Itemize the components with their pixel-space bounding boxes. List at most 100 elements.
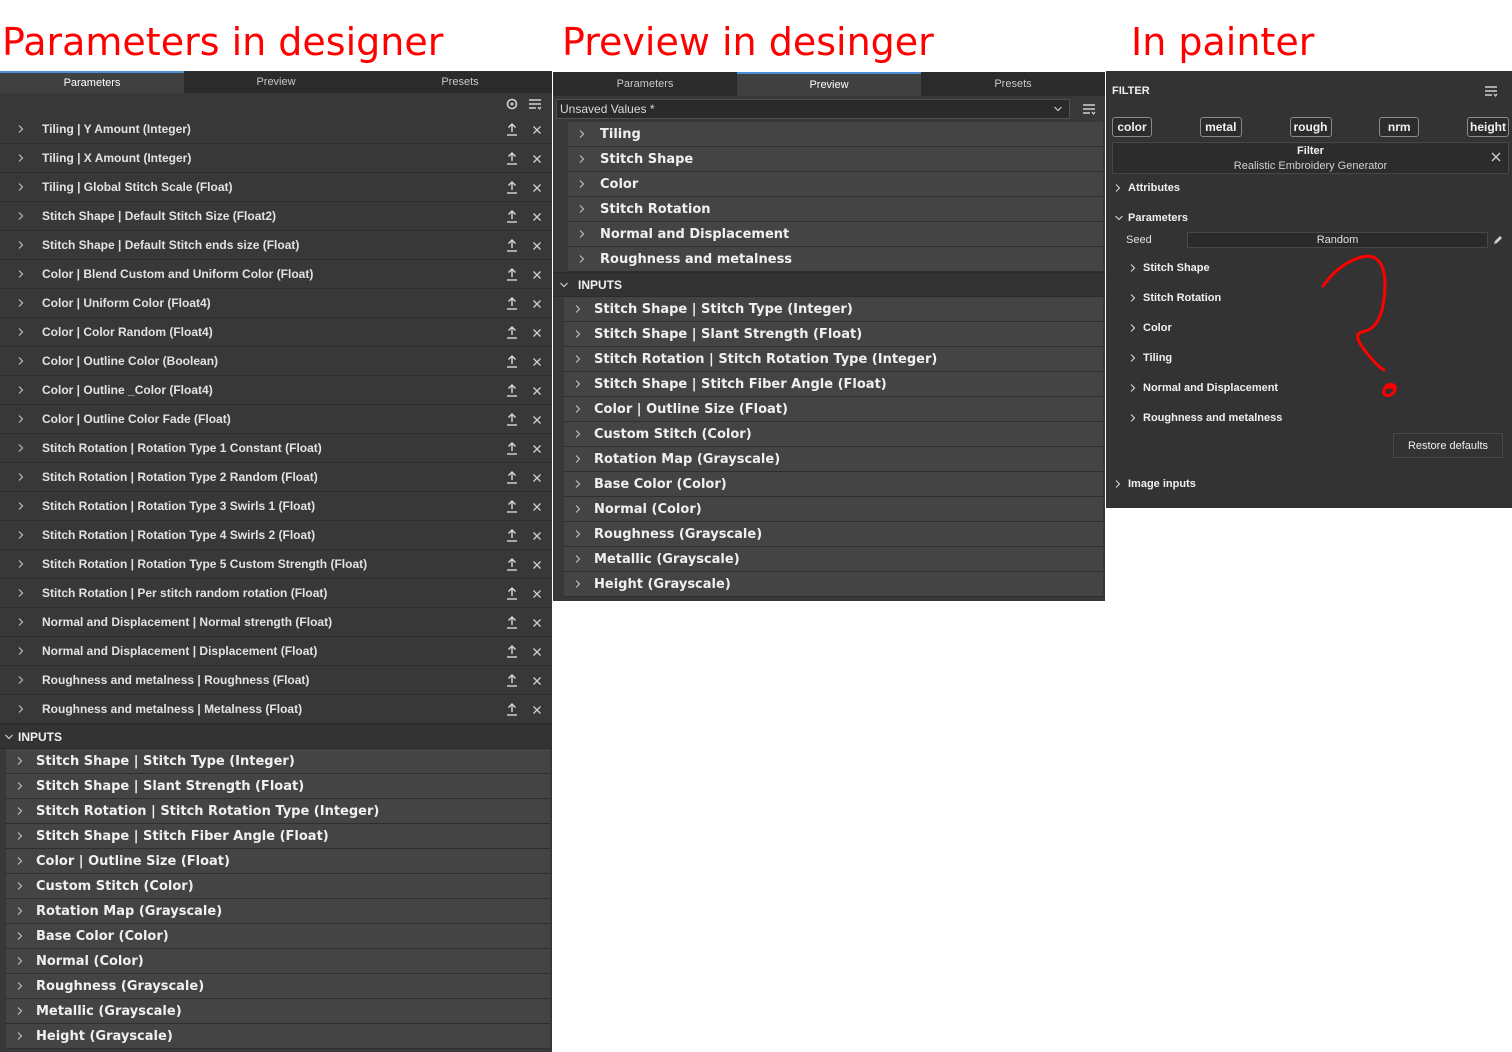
pencil-icon[interactable] — [1492, 234, 1504, 246]
tab-parameters[interactable]: Parameters — [0, 71, 184, 93]
chevron-right-icon[interactable] — [14, 756, 26, 766]
input-row[interactable]: Stitch Shape | Stitch Fiber Angle (Float… — [6, 824, 550, 849]
chevron-right-icon[interactable] — [14, 856, 26, 866]
input-row[interactable]: Rotation Map (Grayscale) — [6, 899, 550, 924]
channel-metal[interactable]: metal — [1199, 117, 1242, 137]
chevron-right-icon[interactable] — [14, 906, 26, 916]
close-icon[interactable] — [532, 386, 542, 396]
input-row[interactable]: Height (Grayscale) — [564, 572, 1103, 597]
chevron-right-icon[interactable] — [12, 704, 30, 714]
export-upload-icon[interactable] — [506, 558, 518, 571]
chevron-right-icon[interactable] — [14, 881, 26, 891]
export-upload-icon[interactable] — [506, 616, 518, 629]
close-icon[interactable] — [532, 357, 542, 367]
close-icon[interactable] — [532, 560, 542, 570]
chevron-right-icon[interactable] — [572, 379, 584, 389]
chevron-right-icon[interactable] — [14, 1006, 26, 1016]
export-upload-icon[interactable] — [506, 152, 518, 165]
seed-field[interactable]: Random — [1187, 232, 1488, 248]
channel-color[interactable]: color — [1112, 117, 1152, 137]
chevron-right-icon[interactable] — [12, 182, 30, 192]
inputs-section-header[interactable]: INPUTS — [553, 272, 1105, 297]
parameter-row[interactable]: Color | Color Random (Float4) — [0, 318, 552, 347]
parameter-row[interactable]: Tiling | Y Amount (Integer) — [0, 115, 552, 144]
parameter-row[interactable]: Stitch Shape | Default Stitch Size (Floa… — [0, 202, 552, 231]
close-icon[interactable] — [532, 647, 542, 657]
filter-resource-box[interactable]: Filter Realistic Embroidery Generator — [1112, 142, 1509, 174]
close-icon[interactable] — [532, 444, 542, 454]
chevron-right-icon[interactable] — [12, 124, 30, 134]
input-row[interactable]: Stitch Shape | Stitch Fiber Angle (Float… — [564, 372, 1103, 397]
chevron-right-icon[interactable] — [12, 675, 30, 685]
close-icon[interactable] — [532, 270, 542, 280]
list-menu-icon[interactable] — [1484, 85, 1498, 97]
chevron-right-icon[interactable] — [572, 329, 584, 339]
close-icon[interactable] — [532, 473, 542, 483]
group-row[interactable]: Stitch Rotation — [568, 197, 1103, 222]
chevron-right-icon[interactable] — [14, 1031, 26, 1041]
group-row[interactable]: Tiling — [568, 122, 1103, 147]
parameter-row[interactable]: Color | Blend Custom and Uniform Color (… — [0, 260, 552, 289]
input-row[interactable]: Stitch Rotation | Stitch Rotation Type (… — [6, 799, 550, 824]
input-row[interactable]: Stitch Shape | Stitch Type (Integer) — [564, 297, 1103, 322]
export-upload-icon[interactable] — [506, 239, 518, 252]
chevron-right-icon[interactable] — [572, 454, 584, 464]
channel-height[interactable]: height — [1467, 117, 1509, 137]
chevron-right-icon[interactable] — [12, 240, 30, 250]
chevron-right-icon[interactable] — [14, 931, 26, 941]
chevron-right-icon[interactable] — [12, 472, 30, 482]
chevron-right-icon[interactable] — [14, 956, 26, 966]
painter-group-row[interactable]: Stitch Rotation — [1129, 292, 1221, 304]
tab-presets[interactable]: Presets — [368, 71, 552, 93]
chevron-right-icon[interactable] — [576, 229, 588, 239]
chevron-right-icon[interactable] — [12, 501, 30, 511]
chevron-right-icon[interactable] — [576, 154, 588, 164]
input-row[interactable]: Metallic (Grayscale) — [6, 999, 550, 1024]
chevron-right-icon[interactable] — [12, 559, 30, 569]
painter-group-row[interactable]: Roughness and metalness — [1129, 412, 1282, 424]
close-icon[interactable] — [532, 241, 542, 251]
export-upload-icon[interactable] — [506, 210, 518, 223]
chevron-right-icon[interactable] — [576, 254, 588, 264]
chevron-right-icon[interactable] — [12, 414, 30, 424]
chevron-right-icon[interactable] — [14, 806, 26, 816]
parameter-row[interactable]: Stitch Rotation | Rotation Type 3 Swirls… — [0, 492, 552, 521]
close-icon[interactable] — [532, 125, 542, 135]
chevron-right-icon[interactable] — [12, 327, 30, 337]
chevron-right-icon[interactable] — [572, 479, 584, 489]
channel-nrm[interactable]: nrm — [1379, 117, 1420, 137]
close-icon[interactable] — [532, 676, 542, 686]
input-row[interactable]: Color | Outline Size (Float) — [6, 849, 550, 874]
export-upload-icon[interactable] — [506, 703, 518, 716]
chevron-right-icon[interactable] — [576, 129, 588, 139]
image-inputs-section[interactable]: Image inputs — [1114, 478, 1196, 490]
chevron-right-icon[interactable] — [14, 781, 26, 791]
gear-plus-icon[interactable] — [506, 98, 518, 110]
close-icon[interactable] — [532, 531, 542, 541]
export-upload-icon[interactable] — [506, 384, 518, 397]
chevron-right-icon[interactable] — [572, 529, 584, 539]
export-upload-icon[interactable] — [506, 442, 518, 455]
close-icon[interactable] — [532, 183, 542, 193]
chevron-right-icon[interactable] — [12, 443, 30, 453]
close-icon[interactable] — [532, 212, 542, 222]
export-upload-icon[interactable] — [506, 587, 518, 600]
input-row[interactable]: Roughness (Grayscale) — [564, 522, 1103, 547]
chevron-right-icon[interactable] — [572, 429, 584, 439]
input-row[interactable]: Color | Outline Size (Float) — [564, 397, 1103, 422]
close-icon[interactable] — [1490, 151, 1502, 163]
input-row[interactable]: Roughness (Grayscale) — [6, 974, 550, 999]
input-row[interactable]: Stitch Shape | Slant Strength (Float) — [564, 322, 1103, 347]
list-menu-icon[interactable] — [528, 98, 542, 110]
input-row[interactable]: Metallic (Grayscale) — [564, 547, 1103, 572]
painter-group-row[interactable]: Normal and Displacement — [1129, 382, 1278, 394]
chevron-right-icon[interactable] — [12, 298, 30, 308]
close-icon[interactable] — [532, 299, 542, 309]
parameter-row[interactable]: Tiling | X Amount (Integer) — [0, 144, 552, 173]
parameter-row[interactable]: Stitch Rotation | Rotation Type 1 Consta… — [0, 434, 552, 463]
group-row[interactable]: Color — [568, 172, 1103, 197]
parameter-row[interactable]: Color | Uniform Color (Float4) — [0, 289, 552, 318]
tab-preview[interactable]: Preview — [184, 71, 368, 93]
chevron-right-icon[interactable] — [12, 356, 30, 366]
list-menu-icon[interactable] — [1082, 103, 1096, 115]
